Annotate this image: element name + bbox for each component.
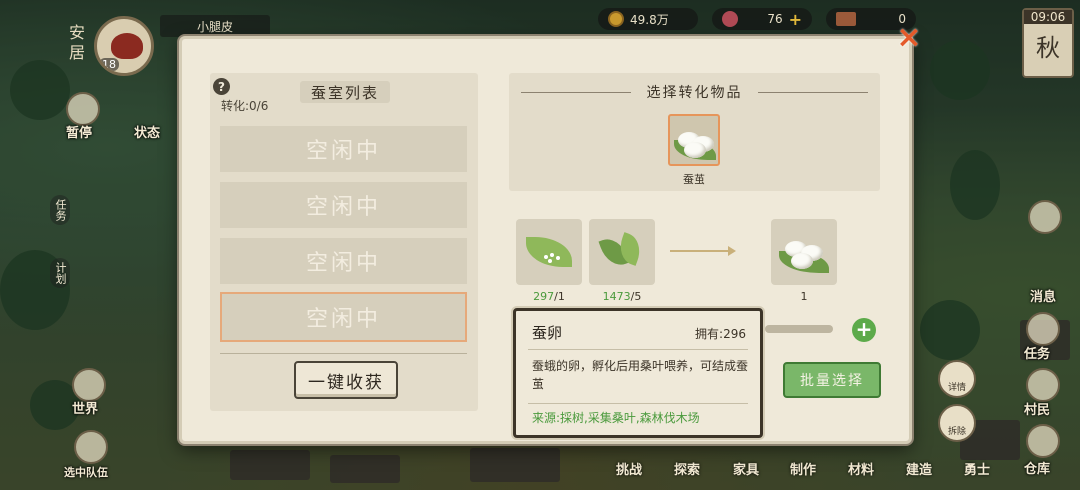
dismantle-button[interactable]: 拆除 bbox=[938, 404, 976, 442]
menu-villagers[interactable]: 村民 bbox=[1024, 399, 1050, 418]
world-icon[interactable] bbox=[72, 368, 106, 402]
team-icon[interactable] bbox=[74, 430, 108, 464]
conversion-count: 转化:0/6 bbox=[221, 99, 269, 113]
cocoon-icon bbox=[684, 142, 706, 158]
divider bbox=[528, 403, 748, 404]
season-clock: 09:06 秋 bbox=[1022, 8, 1074, 78]
need-count: /1 bbox=[554, 290, 565, 303]
ticket-icon bbox=[836, 12, 856, 26]
room-list: ? 转化:0/6 蚕室列表 空闲中 空闲中 空闲中 空闲中 一键收获 bbox=[210, 73, 478, 411]
recipe-input-silkworm-egg[interactable] bbox=[516, 219, 582, 285]
menu-pause[interactable]: 暂停 bbox=[66, 122, 92, 141]
recipe-output-cocoon[interactable] bbox=[771, 219, 837, 285]
egg-icon bbox=[556, 256, 560, 260]
menu-messages[interactable]: 消息 bbox=[1030, 286, 1056, 305]
divider bbox=[758, 92, 868, 93]
player-avatar[interactable]: 18 bbox=[94, 16, 154, 76]
menu-world[interactable]: 世界 bbox=[72, 398, 98, 417]
menu-select-team[interactable]: 选中队伍 bbox=[64, 464, 108, 480]
kite-icon bbox=[111, 33, 143, 59]
home-tag[interactable]: 安居 bbox=[58, 14, 92, 74]
season-label: 秋 bbox=[1036, 34, 1060, 62]
recipe-input-2-count: 1473/5 bbox=[589, 290, 655, 303]
warehouse-icon[interactable] bbox=[1026, 424, 1060, 458]
egg-icon bbox=[544, 255, 548, 259]
cocoon-icon bbox=[791, 253, 813, 269]
scroll-icon[interactable] bbox=[1026, 312, 1060, 346]
nav-build[interactable]: 建造 bbox=[906, 459, 932, 478]
menu-warehouse[interactable]: 仓库 bbox=[1024, 458, 1050, 477]
clock-time: 09:06 bbox=[1024, 10, 1072, 24]
money-value: 49.8万 bbox=[630, 12, 669, 27]
add-gem-icon[interactable]: + bbox=[789, 10, 802, 29]
room-list-title: 蚕室列表 bbox=[300, 81, 390, 103]
menu-plan[interactable]: 计划 bbox=[50, 258, 70, 288]
money-bar[interactable]: 49.8万 bbox=[598, 8, 698, 30]
menu-quests[interactable]: 任务 bbox=[1024, 343, 1050, 362]
close-icon[interactable]: × bbox=[894, 23, 924, 54]
pause-icon[interactable] bbox=[66, 92, 100, 126]
settings-flower-icon[interactable] bbox=[1028, 200, 1062, 234]
room-slot-1[interactable]: 空闲中 bbox=[220, 126, 467, 172]
detail-button[interactable]: 详情 bbox=[938, 360, 976, 398]
room-slot-3[interactable]: 空闲中 bbox=[220, 238, 467, 284]
gem-icon bbox=[722, 11, 738, 27]
recipe-input-mulberry-leaf[interactable] bbox=[589, 219, 655, 285]
coin-icon bbox=[608, 11, 624, 27]
menu-status[interactable]: 状态 bbox=[134, 122, 160, 141]
room-slot-2[interactable]: 空闲中 bbox=[220, 182, 467, 228]
gem-bar[interactable]: 76 + bbox=[712, 8, 812, 30]
nav-craft[interactable]: 制作 bbox=[790, 459, 816, 478]
have-count: 1473 bbox=[602, 290, 631, 303]
item-tooltip: 蚕卵 拥有:296 蚕蛾的卵，孵化后用桑叶喂养，可结成蚕茧 来源:採树,采集桑叶… bbox=[513, 308, 763, 438]
nav-explore[interactable]: 探索 bbox=[674, 459, 700, 478]
gem-value: 76 bbox=[767, 12, 783, 26]
arrow-right-icon bbox=[670, 246, 736, 256]
nav-challenge[interactable]: 挑战 bbox=[616, 459, 642, 478]
divider bbox=[220, 353, 467, 354]
egg-icon bbox=[548, 259, 552, 263]
nav-furniture[interactable]: 家具 bbox=[733, 459, 759, 478]
villager-icon[interactable] bbox=[1026, 368, 1060, 402]
harvest-all-button[interactable]: 一键收获 bbox=[294, 361, 398, 399]
egg-icon bbox=[550, 253, 554, 257]
recipe-output-qty: 1 bbox=[800, 290, 808, 303]
nav-warrior[interactable]: 勇士 bbox=[964, 459, 990, 478]
quantity-slider[interactable] bbox=[765, 325, 833, 333]
tooltip-owned-count: 拥有:296 bbox=[695, 327, 746, 341]
nav-materials[interactable]: 材料 bbox=[848, 459, 874, 478]
increase-quantity-button[interactable]: + bbox=[852, 318, 876, 342]
divider bbox=[528, 349, 748, 350]
menu-task[interactable]: 任务 bbox=[50, 195, 70, 225]
tooltip-item-name: 蚕卵 bbox=[532, 324, 563, 342]
player-name: 小腿皮 bbox=[160, 15, 270, 37]
recipe-input-1-count: 297/1 bbox=[516, 290, 582, 303]
help-icon[interactable]: ? bbox=[213, 78, 230, 95]
detail-label: 详情 bbox=[947, 383, 966, 393]
cocoon-item-slot[interactable] bbox=[668, 114, 720, 166]
need-count: /5 bbox=[630, 290, 642, 303]
conversion-item-selector: 选择转化物品 蚕茧 bbox=[509, 73, 880, 191]
tooltip-source: 来源:採树,采集桑叶,森林伐木场 bbox=[532, 411, 700, 425]
player-level: 18 bbox=[99, 58, 119, 71]
tooltip-description: 蚕蛾的卵，孵化后用桑叶喂养，可结成蚕茧 bbox=[532, 359, 749, 391]
room-slot-4[interactable]: 空闲中 bbox=[220, 292, 467, 342]
dismantle-label: 拆除 bbox=[947, 427, 966, 437]
batch-select-button[interactable]: 批量选择 bbox=[783, 362, 881, 398]
selected-item-name: 蚕茧 bbox=[683, 173, 705, 186]
have-count: 297 bbox=[533, 290, 555, 303]
